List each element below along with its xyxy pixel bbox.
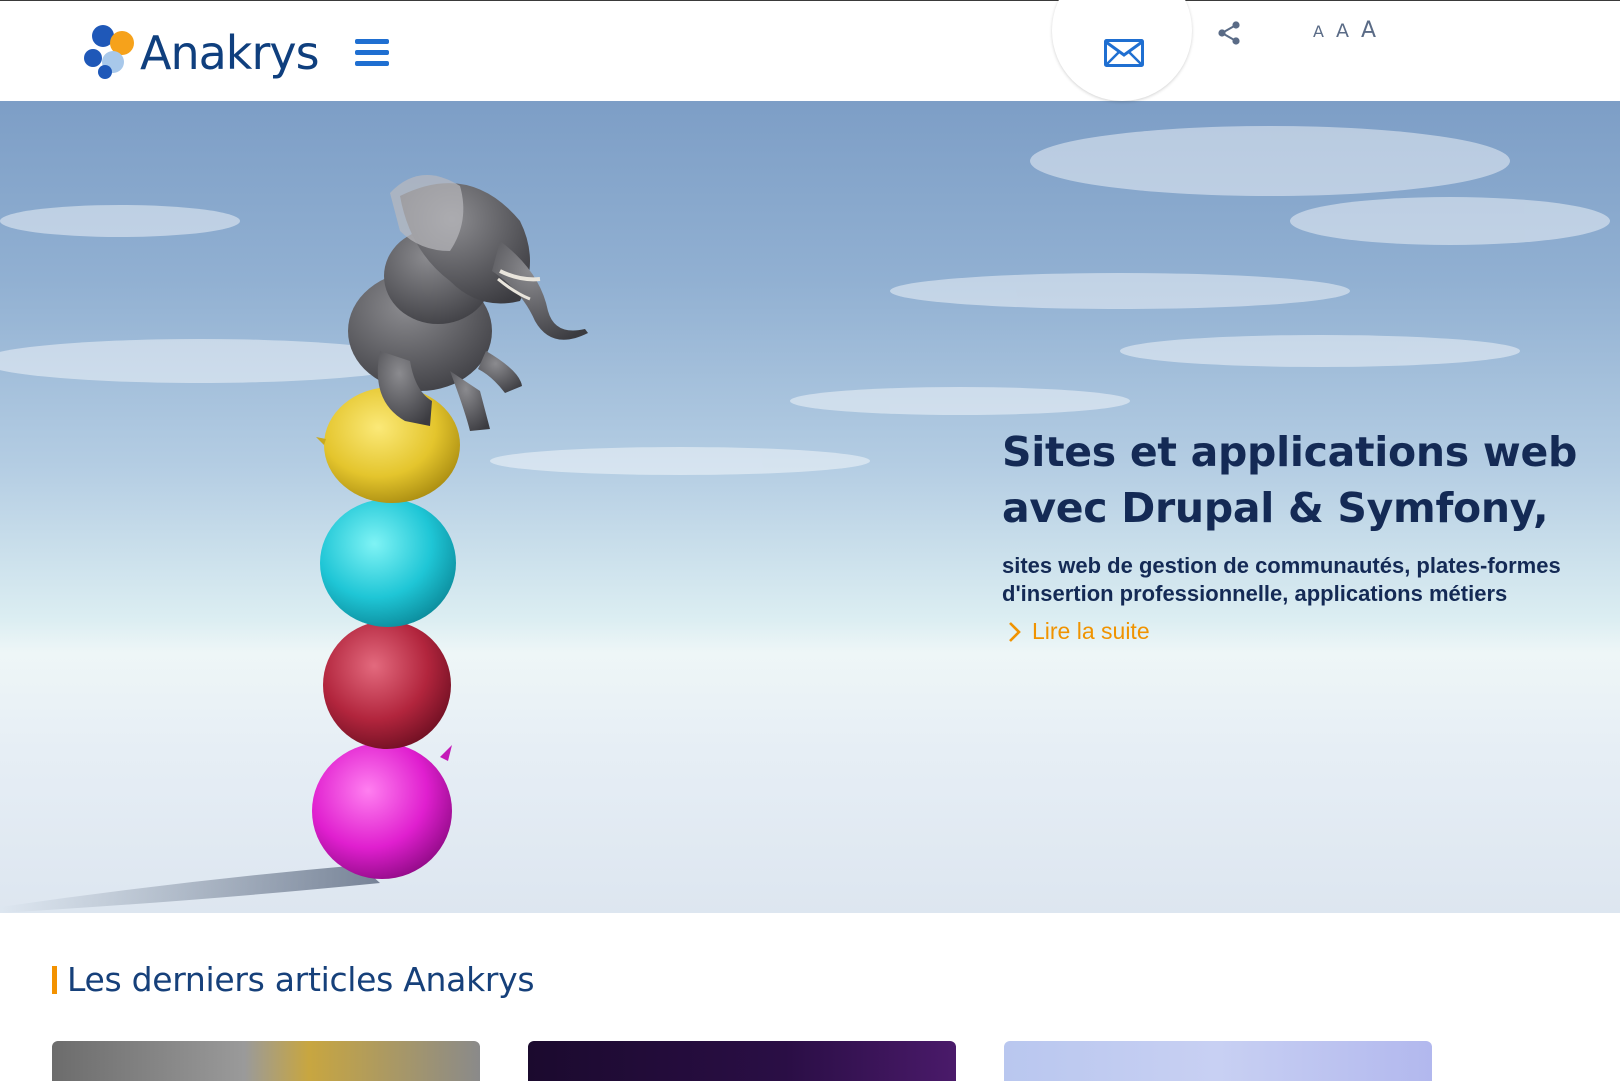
- read-more-link[interactable]: Lire la suite: [1008, 618, 1150, 645]
- hamburger-menu-icon[interactable]: [355, 39, 389, 69]
- font-size-medium[interactable]: A: [1336, 20, 1349, 42]
- articles-title-text: Les derniers articles Anakrys: [67, 960, 535, 999]
- hero-title: Sites et applications web avec Drupal & …: [1002, 428, 1578, 532]
- hero-subtitle: sites web de gestion de communautés, pla…: [1002, 553, 1561, 606]
- share-icon[interactable]: [1216, 20, 1242, 46]
- envelope-icon[interactable]: [1104, 39, 1144, 67]
- title-accent-bar: [52, 965, 57, 994]
- article-card[interactable]: [52, 1041, 480, 1081]
- chevron-right-icon: [1009, 621, 1021, 642]
- header-tools-bar: [1180, 1, 1620, 64]
- articles-section-title: Les derniers articles Anakrys: [52, 960, 535, 999]
- read-more-label: Lire la suite: [1032, 618, 1150, 644]
- logo-text: Anakrys: [140, 26, 320, 80]
- hero-banner: Sites et applications web avec Drupal & …: [0, 101, 1620, 913]
- font-size-large[interactable]: A: [1361, 18, 1376, 43]
- hero-text-block: Sites et applications web avec Drupal & …: [1002, 424, 1582, 648]
- article-card[interactable]: [528, 1041, 956, 1081]
- font-size-controls: A A A: [1313, 18, 1376, 43]
- logo-mark: [84, 25, 138, 81]
- article-card[interactable]: [1004, 1041, 1432, 1081]
- logo-link[interactable]: Anakrys: [84, 21, 334, 85]
- font-size-small[interactable]: A: [1313, 22, 1324, 41]
